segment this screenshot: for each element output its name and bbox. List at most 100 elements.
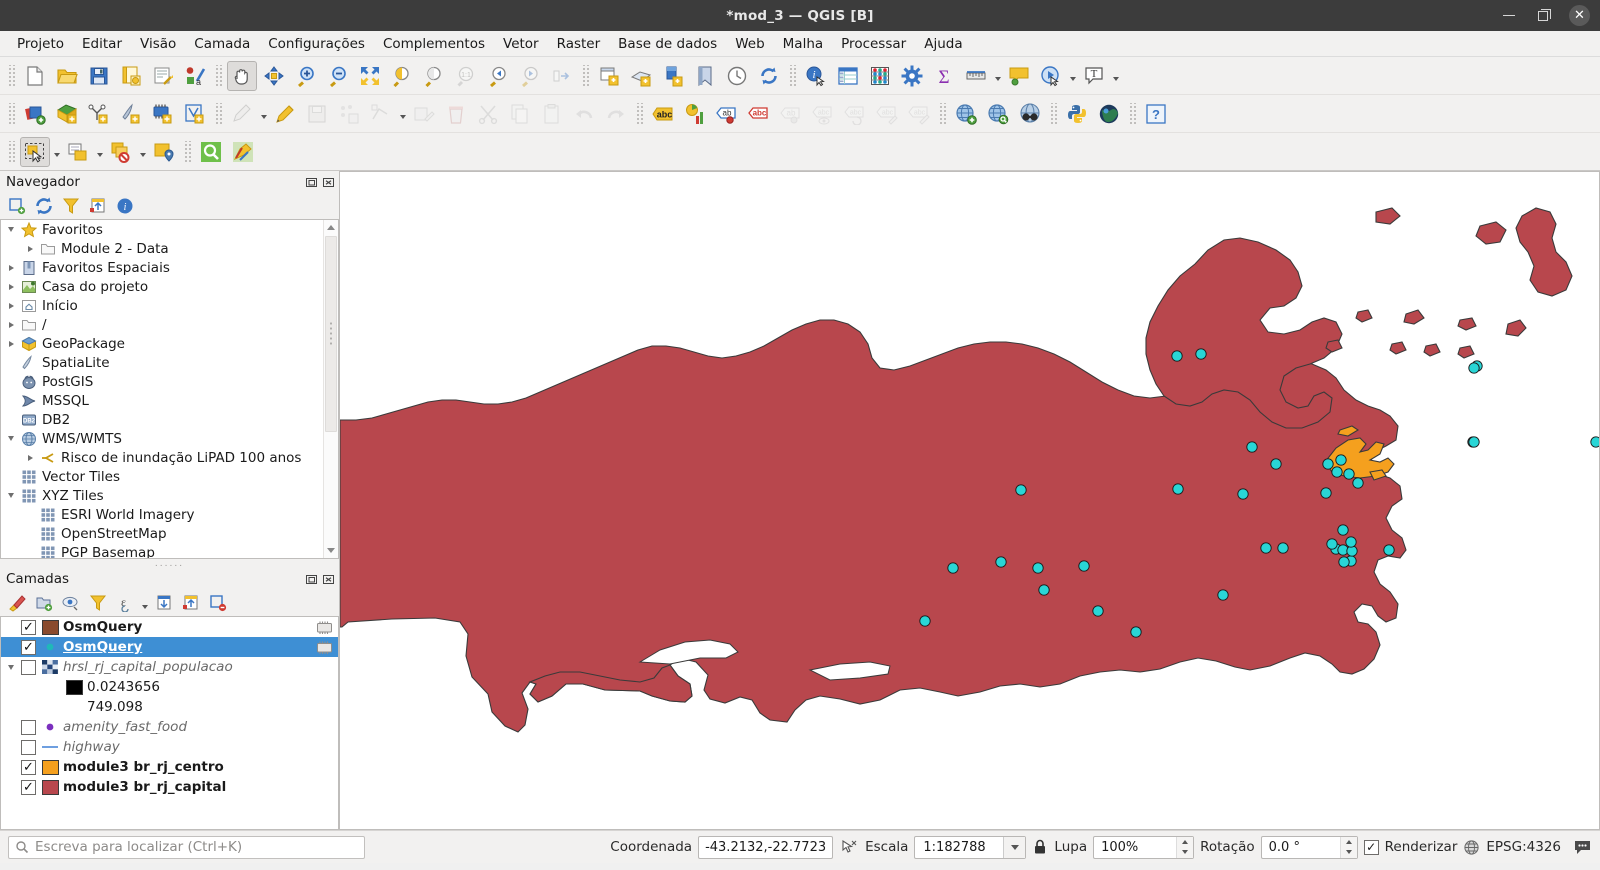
browser-item-favoritos-espaciais[interactable]: Favoritos Espaciais xyxy=(1,258,323,277)
chevron-down-icon[interactable] xyxy=(139,591,150,615)
pan-to-selection-button[interactable] xyxy=(259,61,289,91)
osm-query-search-button[interactable] xyxy=(196,137,226,167)
add-mesh-layer-button[interactable] xyxy=(148,99,178,129)
browser-item-db2[interactable]: DB2 DB2 xyxy=(1,410,323,429)
change-label-button[interactable]: abc xyxy=(872,99,902,129)
maximize-button[interactable] xyxy=(1535,8,1551,24)
map-point-marker[interactable] xyxy=(1331,466,1343,478)
open-attribute-table-button[interactable] xyxy=(833,61,863,91)
toolbar-grip[interactable] xyxy=(214,102,223,125)
chevron-down-icon[interactable] xyxy=(3,658,19,677)
map-point-marker[interactable] xyxy=(1130,626,1142,638)
map-point-marker[interactable] xyxy=(1237,488,1249,500)
minimize-button[interactable] xyxy=(1501,8,1517,24)
identify-features-button[interactable]: i xyxy=(801,61,831,91)
rotate-label-button[interactable]: abc xyxy=(840,99,870,129)
browser-item-casa-do-projeto[interactable]: Casa do projeto xyxy=(1,277,323,296)
temporal-controller-button[interactable] xyxy=(722,61,752,91)
menu-complementos[interactable]: Complementos xyxy=(374,33,494,55)
field-calculator-button[interactable]: Σ xyxy=(929,61,959,91)
scroll-up-button[interactable] xyxy=(324,220,338,235)
magnifier-stepper[interactable] xyxy=(1176,836,1194,858)
toolbar-grip[interactable] xyxy=(938,102,947,125)
layer-row[interactable]: OsmQuery xyxy=(1,637,338,657)
layers-tree[interactable]: OsmQuery OsmQuery hrsl_rj_capital_populaca… xyxy=(0,616,339,830)
pan-map-button[interactable] xyxy=(227,60,257,91)
menu-configura-es[interactable]: Configurações xyxy=(259,33,374,55)
close-button[interactable]: ✕ xyxy=(1569,5,1590,26)
menu-vis-o[interactable]: Visão xyxy=(131,33,185,55)
scale-combo[interactable]: 1:182788 xyxy=(914,835,1027,859)
browser-item-[interactable]: / xyxy=(1,315,323,334)
qgis-plugin-button[interactable] xyxy=(228,137,258,167)
map-point-marker[interactable] xyxy=(1352,477,1364,489)
new-project-button[interactable] xyxy=(20,61,50,91)
layer-row[interactable]: hrsl_rj_capital_populacao xyxy=(1,657,338,677)
chevron-down-icon[interactable] xyxy=(3,220,19,239)
deselect-features-button[interactable] xyxy=(106,137,136,167)
chevron-down-icon[interactable] xyxy=(258,99,269,129)
map-point-marker[interactable] xyxy=(1322,458,1334,470)
menu-web[interactable]: Web xyxy=(726,33,773,55)
save-layer-edits-button[interactable] xyxy=(302,99,332,129)
toolbar-grip[interactable] xyxy=(635,102,644,125)
map-point-marker[interactable] xyxy=(1383,544,1395,556)
move-label-button[interactable]: ab xyxy=(776,99,806,129)
add-vector-layer-button[interactable] xyxy=(52,99,82,129)
render-checkbox[interactable] xyxy=(1363,839,1379,855)
chevron-down-icon[interactable] xyxy=(397,99,408,129)
layers-float-button[interactable] xyxy=(304,572,318,586)
layer-row[interactable]: module3 br_rj_centro xyxy=(1,757,338,777)
navigator-close-button[interactable] xyxy=(321,175,335,189)
zoom-last-button[interactable] xyxy=(483,61,513,91)
layer-visibility-checkbox[interactable] xyxy=(21,779,36,795)
delete-selected-button[interactable] xyxy=(441,99,471,129)
add-spatialite-layer-button[interactable] xyxy=(116,99,146,129)
browser-item-module-2-data[interactable]: Module 2 - Data xyxy=(1,239,323,258)
browser-item-pgp-basemap[interactable]: PGP Basemap xyxy=(1,543,323,558)
zoom-to-selection-button[interactable] xyxy=(387,61,417,91)
current-edits-button[interactable] xyxy=(227,99,257,129)
chevron-down-icon[interactable] xyxy=(1003,836,1026,858)
magnifier-spin[interactable]: 100% xyxy=(1093,835,1195,859)
map-point-marker[interactable] xyxy=(1038,584,1050,596)
show-bookmarks-button[interactable] xyxy=(690,61,720,91)
statistical-summary-button[interactable] xyxy=(865,61,895,91)
map-point-marker[interactable] xyxy=(1326,538,1338,550)
browser-item-mssql[interactable]: MSSQL xyxy=(1,391,323,410)
toolbar-grip[interactable] xyxy=(7,102,16,125)
coordinate-field[interactable]: -43.2132,-22.7723 xyxy=(698,835,834,859)
map-tips-button[interactable] xyxy=(1004,61,1034,91)
crs-globe-icon[interactable] xyxy=(1463,839,1480,856)
chevron-down-icon[interactable] xyxy=(992,61,1003,91)
select-value-button[interactable] xyxy=(149,137,179,167)
chevron-down-icon[interactable] xyxy=(1067,61,1078,91)
toolbar-grip[interactable] xyxy=(7,140,16,163)
save-project-as-button[interactable] xyxy=(116,61,146,91)
undo-button[interactable] xyxy=(569,99,599,129)
menu-raster[interactable]: Raster xyxy=(548,33,610,55)
chevron-right-icon[interactable] xyxy=(3,277,19,296)
map-point-marker[interactable] xyxy=(1320,487,1332,499)
stepper-up[interactable] xyxy=(1341,837,1357,848)
show-actions-button[interactable] xyxy=(1036,61,1066,91)
layer-row[interactable]: module3 br_rj_capital xyxy=(1,777,338,797)
messages-bubble-icon[interactable] xyxy=(1573,839,1592,856)
map-point-marker[interactable] xyxy=(919,615,931,627)
map-point-marker[interactable] xyxy=(1260,542,1272,554)
python-console-button[interactable] xyxy=(1062,99,1092,129)
pin-labels-button[interactable]: ab xyxy=(712,99,742,129)
menu-editar[interactable]: Editar xyxy=(73,33,131,55)
browser-item-esri-world-imagery[interactable]: ESRI World Imagery xyxy=(1,505,323,524)
browser-item-favoritos[interactable]: Favoritos xyxy=(1,220,323,239)
rotation-stepper[interactable] xyxy=(1339,836,1357,858)
chevron-right-icon[interactable] xyxy=(3,296,19,315)
new-print-layout-button[interactable] xyxy=(148,61,178,91)
map-point-marker[interactable] xyxy=(1335,454,1347,466)
layer-labeling-button[interactable]: abc xyxy=(648,99,678,129)
map-point-marker[interactable] xyxy=(947,562,959,574)
layer-row[interactable]: highway xyxy=(1,737,338,757)
chevron-down-icon[interactable] xyxy=(3,486,19,505)
zoom-in-button[interactable] xyxy=(291,61,321,91)
map-point-marker[interactable] xyxy=(1343,468,1355,480)
